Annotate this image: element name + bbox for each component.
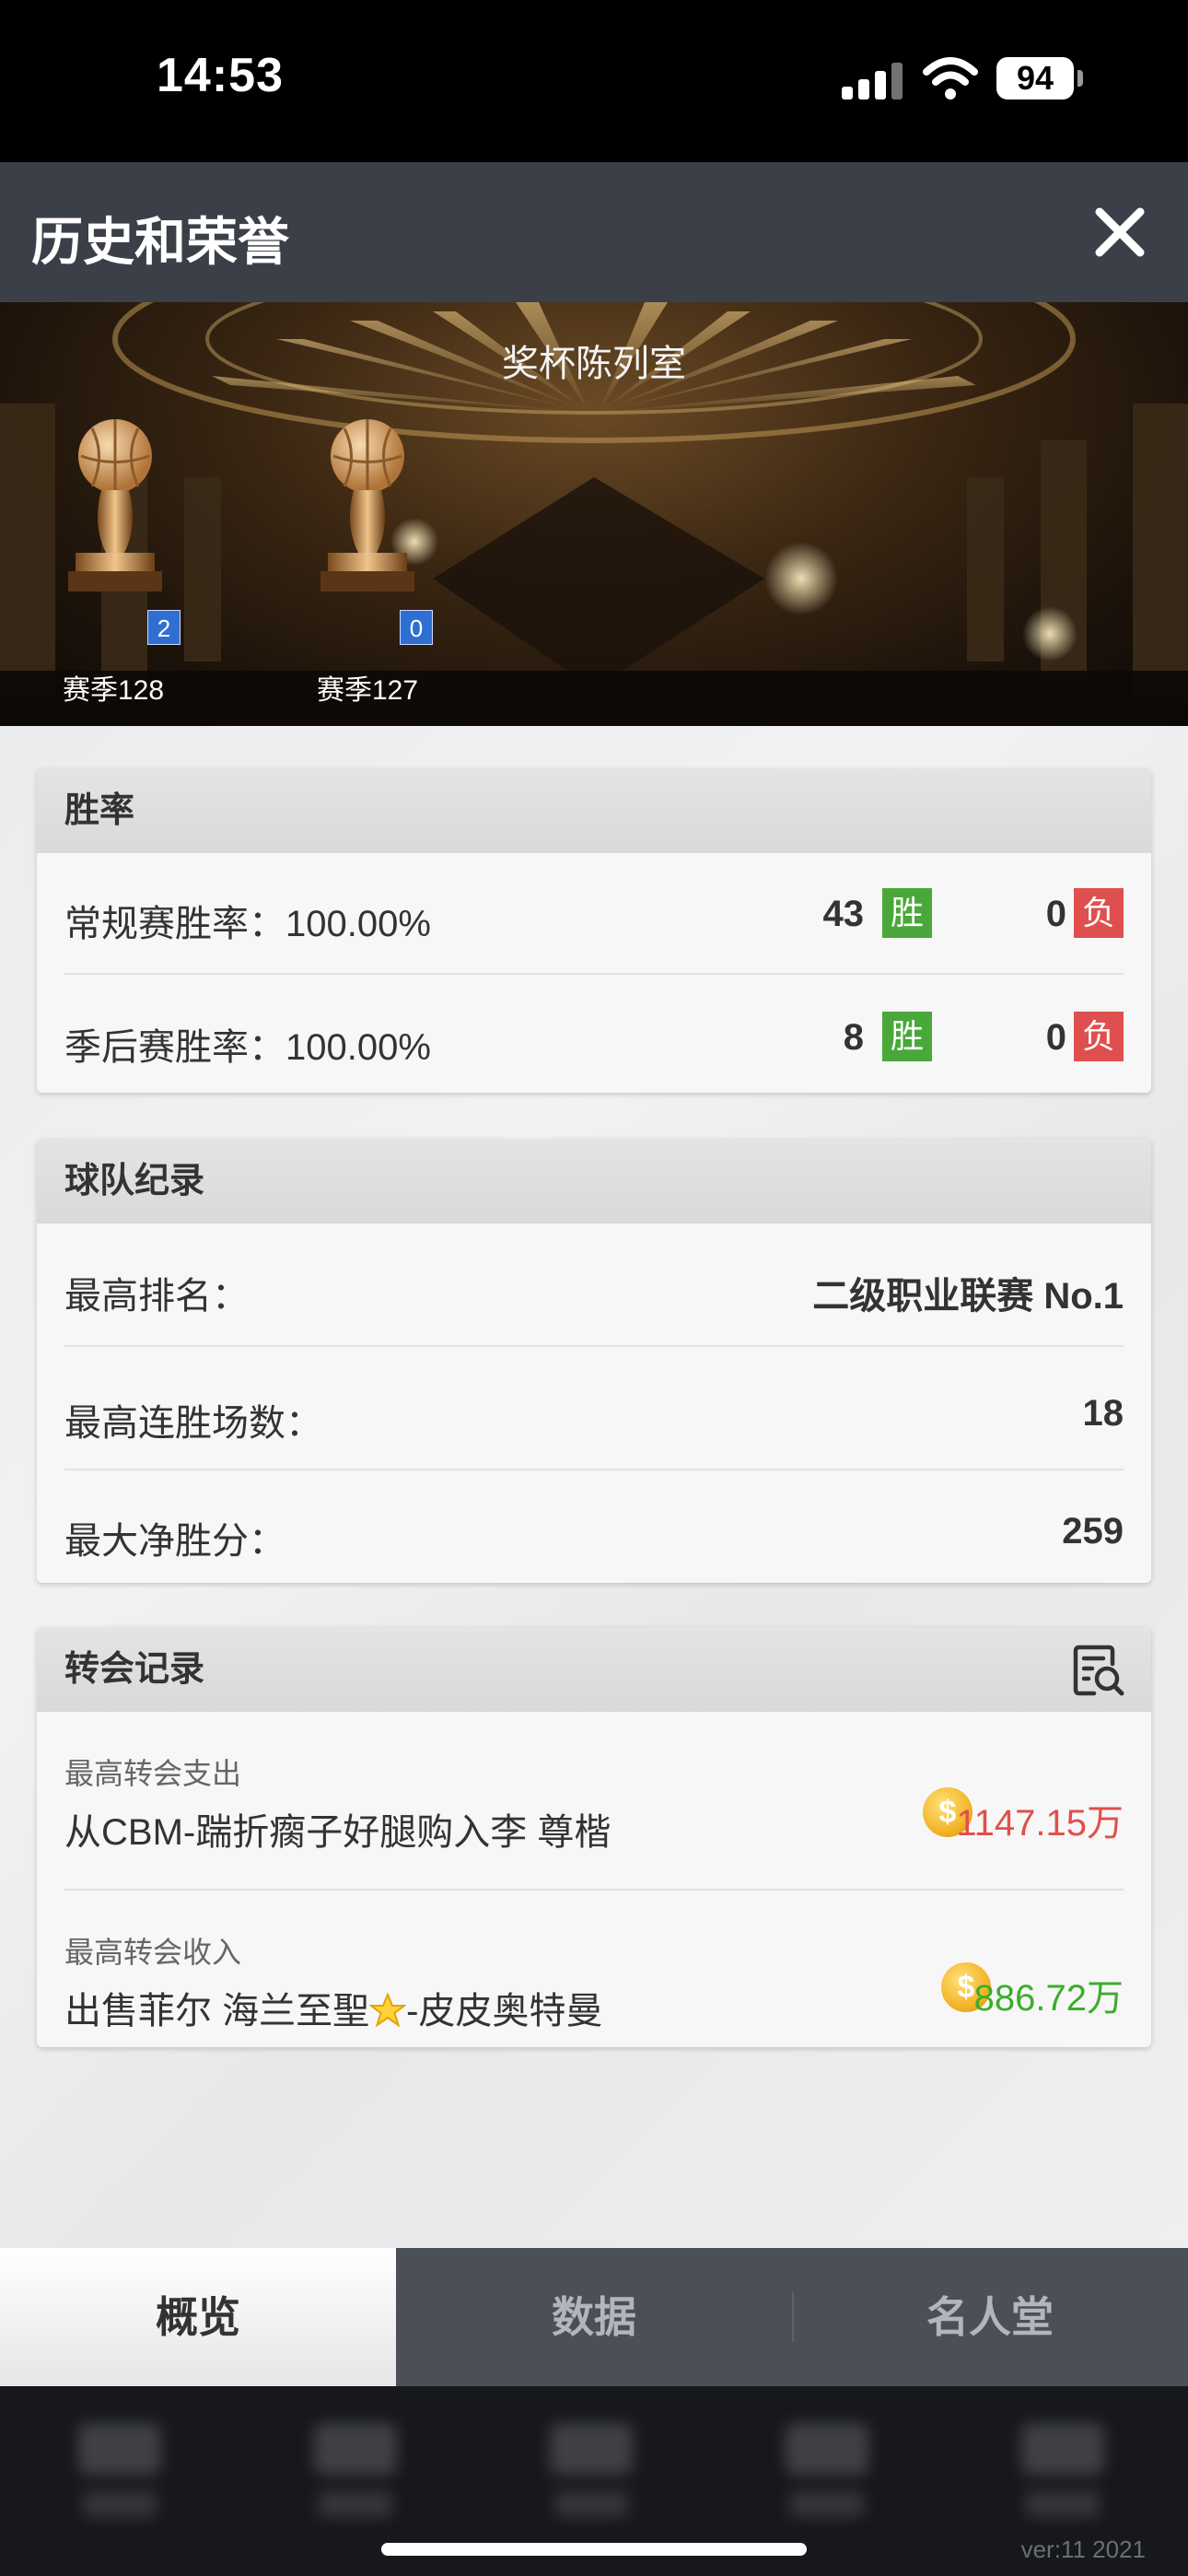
trophy-room: 奖杯陈列室 2 赛季128 0 赛季127 (0, 302, 1188, 726)
playoff-row: 季后赛胜率：100.00% 8 胜 0 负 (64, 975, 1124, 1093)
record-label: 最高连胜场数： (64, 1403, 322, 1444)
record-value: 18 (1082, 1393, 1124, 1434)
trophy-icon[interactable] (308, 415, 427, 599)
battery-indicator: 94 (996, 57, 1074, 100)
transfer-expense-row[interactable]: 最高转会支出 从CBM-踹折瘸子好腿购入李 尊楷 1147.15万 (64, 1712, 1124, 1891)
blurred-nav-item (74, 2423, 166, 2543)
loss-tag: 负 (1074, 888, 1124, 938)
trophy-count-badge: 0 (400, 610, 433, 645)
close-icon[interactable] (1087, 199, 1153, 265)
win-rate-card: 胜率 常规赛胜率：100.00% 43 胜 0 负 季后赛胜率：100.00% … (37, 768, 1151, 1093)
tab-overview[interactable]: 概览 (0, 2248, 396, 2386)
status-bar: 14:53 94 (0, 0, 1188, 162)
blurred-nav-item (309, 2423, 402, 2543)
win-tag: 胜 (882, 888, 932, 938)
income-text-part: 出售菲尔 海兰至聖 (64, 1991, 370, 2032)
record-row: 最高排名： 二级职业联赛 No.1 (64, 1224, 1124, 1347)
transfer-record-header: 转会记录 (37, 1627, 1151, 1712)
win-tag: 胜 (882, 1012, 932, 1061)
trophy-count-badge: 2 (147, 610, 181, 645)
search-document-icon[interactable] (1072, 1644, 1125, 1697)
trophy-room-title: 奖杯陈列室 (502, 344, 686, 384)
expense-text: 从CBM-踹折瘸子好腿购入李 尊楷 (64, 1812, 611, 1853)
wifi-icon (923, 57, 978, 100)
record-row: 最大净胜分： 259 (64, 1470, 1124, 1581)
battery-tip (1077, 70, 1083, 87)
trophy-season-label: 赛季128 (63, 675, 165, 706)
version-label: ver:11 2021 (1020, 2535, 1146, 2563)
record-label: 最大净胜分： (64, 1521, 285, 1562)
star-icon (368, 1992, 408, 2028)
blurred-nav-item (1017, 2423, 1109, 2543)
record-label: 最高排名： (64, 1276, 249, 1317)
record-value: 259 (1062, 1511, 1124, 1551)
tab-hall-of-fame[interactable]: 名人堂 (792, 2248, 1188, 2386)
playoff-wins: 8 (843, 1017, 864, 1058)
team-record-card: 球队纪录 最高排名： 二级职业联赛 No.1 最高连胜场数： 18 最大净胜分：… (37, 1139, 1151, 1583)
income-text: 出售菲尔 海兰至聖 -皮皮奥特曼 (64, 1981, 602, 2034)
record-row: 最高连胜场数： 18 (64, 1347, 1124, 1470)
record-value: 二级职业联赛 No.1 (812, 1276, 1124, 1317)
transfer-record-card: 转会记录 最高转会支出 从CBM-踹折瘸子好腿购入李 尊楷 1147.15万 最… (37, 1627, 1151, 2047)
regular-losses: 0 (1045, 894, 1066, 934)
regular-season-row: 常规赛胜率：100.00% 43 胜 0 负 (64, 853, 1124, 975)
page-title: 历史和荣誉 (31, 213, 289, 271)
home-indicator[interactable] (381, 2543, 807, 2556)
transfer-income-row[interactable]: 最高转会收入 出售菲尔 海兰至聖 -皮皮奥特曼 886.72万 (64, 1891, 1124, 2047)
blurred-nav-item (781, 2423, 873, 2543)
win-rate-title: 胜率 (37, 768, 1151, 853)
expense-label: 最高转会支出 (64, 1757, 242, 1790)
trophy-icon[interactable] (55, 415, 175, 599)
income-text-part: -皮皮奥特曼 (406, 1991, 603, 2032)
trophy-season-label: 赛季127 (317, 675, 419, 706)
tab-data[interactable]: 数据 (396, 2248, 792, 2386)
page-header: 历史和荣誉 (0, 162, 1188, 302)
overview-content: 胜率 常规赛胜率：100.00% 43 胜 0 负 季后赛胜率：100.00% … (0, 726, 1188, 2248)
income-label: 最高转会收入 (64, 1936, 242, 1969)
expense-amount: 1147.15万 (956, 1803, 1124, 1844)
blurred-nav-item (545, 2423, 637, 2543)
loss-tag: 负 (1074, 1012, 1124, 1061)
regular-wins: 43 (822, 894, 865, 934)
regular-season-label: 常规赛胜率：100.00% (64, 904, 431, 944)
team-record-title: 球队纪录 (37, 1139, 1151, 1224)
income-amount: 886.72万 (973, 1978, 1124, 2019)
playoff-losses: 0 (1045, 1017, 1066, 1058)
tab-bar: 概览 数据 名人堂 (0, 2248, 1188, 2386)
cellular-signal-icon (842, 61, 903, 100)
status-time: 14:53 (157, 49, 284, 102)
playoff-label: 季后赛胜率：100.00% (64, 1027, 431, 1068)
transfer-record-title: 转会记录 (64, 1650, 205, 1689)
